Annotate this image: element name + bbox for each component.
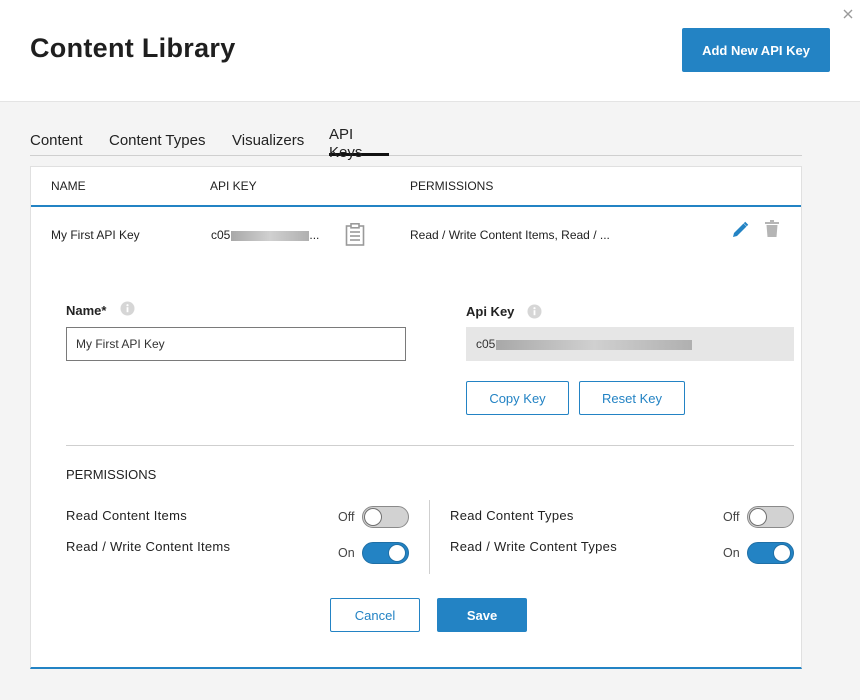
page-title: Content Library bbox=[30, 33, 236, 63]
row-api-key: c05... bbox=[211, 228, 319, 242]
name-info-icon[interactable] bbox=[120, 301, 135, 316]
perm-read-content-types-state: Off bbox=[723, 510, 740, 524]
section-divider bbox=[66, 445, 794, 446]
perm-read-write-content-types-state: On bbox=[723, 546, 740, 560]
tab-bar: Content Content Types Visualizers API Ke… bbox=[30, 126, 802, 161]
api-keys-panel: NAME API KEY PERMISSIONS My First API Ke… bbox=[30, 166, 802, 669]
cancel-button[interactable]: Cancel bbox=[330, 598, 420, 632]
perm-read-content-items-toggle[interactable] bbox=[362, 506, 409, 528]
name-input[interactable] bbox=[66, 327, 406, 361]
info-icon bbox=[120, 301, 135, 316]
perm-read-write-content-types-label: Read / Write Content Types bbox=[450, 539, 618, 554]
toggle-knob bbox=[773, 544, 791, 562]
info-icon bbox=[527, 304, 542, 319]
tab-visualizers[interactable]: Visualizers bbox=[232, 126, 310, 156]
perm-read-content-items-state: Off bbox=[338, 510, 355, 524]
perm-read-write-content-items-toggle[interactable] bbox=[362, 542, 409, 564]
row-key-name: My First API Key bbox=[51, 228, 140, 242]
tab-content-types[interactable]: Content Types bbox=[109, 126, 211, 156]
row-permissions-summary: Read / Write Content Items, Read / ... bbox=[410, 228, 610, 242]
api-key-prefix: c05 bbox=[476, 337, 496, 351]
close-button[interactable] bbox=[840, 6, 856, 22]
reset-key-button[interactable]: Reset Key bbox=[579, 381, 685, 415]
perm-read-content-types-label: Read Content Types bbox=[450, 508, 574, 523]
delete-key-button[interactable] bbox=[764, 220, 780, 238]
permissions-column-divider bbox=[429, 500, 430, 574]
add-new-api-key-button[interactable]: Add New API Key bbox=[682, 28, 830, 72]
perm-read-write-content-types-toggle[interactable] bbox=[747, 542, 794, 564]
api-key-readonly-field: c05 bbox=[466, 327, 794, 361]
save-button[interactable]: Save bbox=[437, 598, 527, 632]
edit-pencil-icon bbox=[733, 221, 749, 237]
masked-api-key bbox=[496, 339, 693, 350]
api-key-label: Api Key bbox=[466, 304, 515, 319]
perm-read-write-content-items-state: On bbox=[338, 546, 355, 560]
copy-key-button[interactable]: Copy Key bbox=[466, 381, 569, 415]
permissions-heading: PERMISSIONS bbox=[66, 467, 157, 482]
toggle-knob bbox=[749, 508, 767, 526]
perm-read-content-types-toggle[interactable] bbox=[747, 506, 794, 528]
close-icon bbox=[843, 9, 853, 19]
table-header: NAME API KEY PERMISSIONS bbox=[31, 167, 801, 207]
api-key-info-icon[interactable] bbox=[527, 304, 542, 319]
tab-content[interactable]: Content bbox=[30, 126, 86, 156]
edit-key-button[interactable] bbox=[731, 221, 749, 239]
toggle-knob bbox=[388, 544, 406, 562]
masked-key bbox=[231, 230, 310, 241]
row-api-key-ellipsis: ... bbox=[309, 228, 320, 242]
column-header-permissions: PERMISSIONS bbox=[410, 179, 494, 193]
column-header-name: NAME bbox=[51, 179, 86, 193]
perm-read-content-items-label: Read Content Items bbox=[66, 508, 188, 523]
perm-read-write-content-items-label: Read / Write Content Items bbox=[66, 539, 231, 554]
tab-api-keys[interactable]: API Keys bbox=[329, 126, 389, 161]
copy-to-clipboard-button[interactable] bbox=[345, 223, 365, 246]
trash-icon bbox=[765, 220, 779, 237]
modal-header: Content Library Add New API Key bbox=[0, 0, 860, 102]
column-header-api-key: API KEY bbox=[210, 179, 257, 193]
name-label: Name* bbox=[66, 303, 107, 318]
clipboard-icon bbox=[345, 223, 365, 246]
row-api-key-prefix: c05 bbox=[211, 228, 231, 242]
toggle-knob bbox=[364, 508, 382, 526]
